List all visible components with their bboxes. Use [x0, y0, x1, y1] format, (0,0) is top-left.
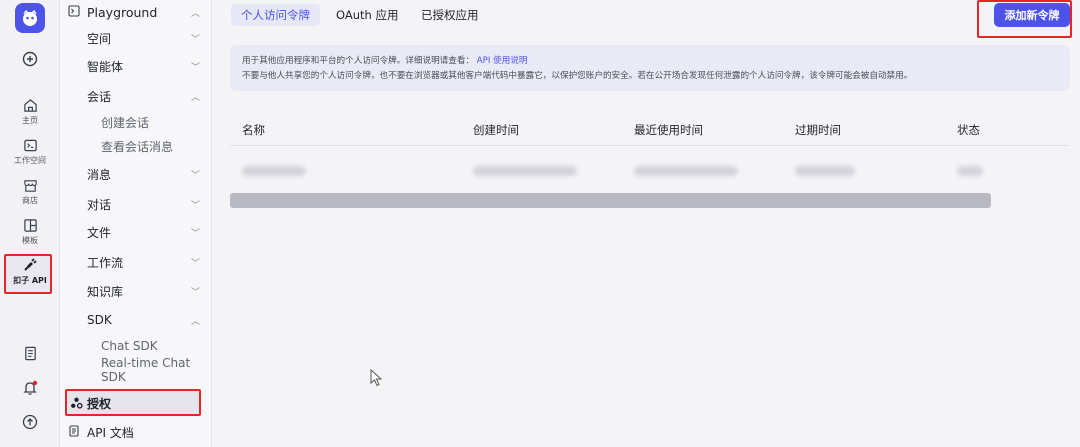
- sidebar-item-label: 空间: [87, 31, 112, 46]
- chevron-up-icon: ︿: [190, 316, 200, 327]
- table-row[interactable]: [230, 150, 1070, 190]
- rail-item-template[interactable]: 模板: [0, 218, 60, 246]
- sidebar-item-space[interactable]: 空间 ﹀: [60, 26, 212, 50]
- chevron-down-icon: ﹀: [190, 228, 200, 239]
- tab-authorized-apps[interactable]: 已授权应用: [411, 4, 489, 26]
- column-header-last-used: 最近使用时间: [634, 123, 703, 137]
- sidebar-item-label: 知识库: [87, 284, 124, 299]
- docs-button[interactable]: [0, 346, 60, 361]
- sidebar-item-label: 授权: [87, 397, 112, 411]
- rail-label: 主页: [22, 116, 38, 125]
- sidebar-item-conversation[interactable]: 会话 ︿: [60, 84, 212, 108]
- authorization-icon: [71, 397, 83, 409]
- chevron-up-icon: ︿: [190, 8, 200, 19]
- home-icon: [23, 99, 37, 112]
- redacted-cell: [795, 166, 855, 176]
- rail-label: 商店: [22, 196, 38, 205]
- chevron-down-icon: ﹀: [190, 62, 200, 73]
- sidebar-item-label: API 文档: [87, 425, 134, 440]
- chevron-down-icon: ﹀: [190, 34, 200, 45]
- sidebar-item-label: Real-time Chat SDK: [101, 356, 191, 384]
- mouse-cursor-icon: [370, 369, 382, 387]
- rail-label: 模板: [22, 236, 38, 245]
- sidebar-item-chat-sdk[interactable]: Chat SDK: [60, 334, 212, 358]
- logo-icon: [23, 9, 37, 26]
- tab-label: 已授权应用: [421, 8, 479, 22]
- plug-icon: [24, 258, 37, 271]
- rail-item-store[interactable]: 商店: [0, 178, 60, 206]
- column-header-status: 状态: [957, 123, 980, 137]
- sidebar-item-bot[interactable]: 智能体 ﹀: [60, 54, 212, 78]
- api-usage-link[interactable]: API 使用说明: [477, 56, 528, 66]
- main-content: 个人访问令牌 OAuth 应用 已授权应用 添加新令牌 用于其他应用程序和平台的…: [213, 0, 1080, 447]
- sidebar-item-authorization[interactable]: 授权: [65, 389, 201, 416]
- template-icon: [23, 219, 37, 232]
- info-notice: 用于其他应用程序和平台的个人访问令牌。详细说明请查看： API 使用说明 不要与…: [230, 45, 1070, 91]
- store-icon: [23, 180, 37, 192]
- column-header-created: 创建时间: [473, 123, 519, 137]
- api-sidebar: Playground ︿ 空间 ﹀ 智能体 ﹀ 会话 ︿ 创建会话 查看会话消息…: [60, 0, 212, 447]
- sidebar-item-api-docs[interactable]: API 文档: [60, 420, 212, 444]
- sidebar-item-label: 查看会话消息: [101, 139, 174, 154]
- column-header-name: 名称: [242, 123, 265, 137]
- sidebar-item-knowledge[interactable]: 知识库 ﹀: [60, 279, 212, 303]
- sidebar-item-label: 工作流: [87, 255, 124, 270]
- icon-rail: 主页 工作空间 商店 模板 扣子 API: [0, 0, 60, 447]
- redacted-cell: [634, 166, 738, 176]
- sidebar-item-label: 消息: [87, 167, 112, 182]
- chevron-down-icon: ﹀: [190, 170, 200, 181]
- rail-item-home[interactable]: 主页: [0, 98, 60, 126]
- upload-button[interactable]: [0, 414, 60, 430]
- table-header: 名称 创建时间 最近使用时间 过期时间 状态: [230, 114, 1070, 146]
- tab-oauth-apps[interactable]: OAuth 应用: [326, 4, 408, 26]
- sidebar-item-label: 对话: [87, 197, 112, 212]
- sidebar-item-label: SDK: [87, 313, 112, 327]
- redacted-cell: [473, 166, 577, 176]
- chevron-down-icon: ﹀: [190, 258, 200, 269]
- rail-label: 工作空间: [14, 156, 46, 165]
- redacted-cell: [242, 166, 306, 176]
- playground-icon: [68, 5, 80, 17]
- column-header-expires: 过期时间: [795, 123, 841, 137]
- sidebar-item-label: Chat SDK: [101, 339, 158, 353]
- sidebar-item-chat[interactable]: 对话 ﹀: [60, 192, 212, 216]
- sidebar-item-message[interactable]: 消息 ﹀: [60, 162, 212, 186]
- create-button[interactable]: [0, 51, 60, 67]
- sidebar-item-create-conversation[interactable]: 创建会话: [60, 110, 212, 134]
- arrow-up-circle-icon: [22, 414, 38, 430]
- document-icon: [24, 346, 36, 361]
- notice-text: 用于其他应用程序和平台的个人访问令牌。详细说明请查看：: [242, 56, 475, 66]
- sidebar-item-file[interactable]: 文件 ﹀: [60, 220, 212, 244]
- sidebar-item-realtime-sdk[interactable]: Real-time Chat SDK: [60, 356, 212, 384]
- sidebar-title: Playground: [87, 4, 158, 20]
- sidebar-item-label: 会话: [87, 89, 112, 104]
- horizontal-scrollbar[interactable]: [230, 193, 991, 208]
- rail-label: 扣子 API: [13, 276, 47, 285]
- tab-label: 个人访问令牌: [241, 8, 310, 22]
- document-icon: [69, 425, 79, 437]
- terminal-icon: [23, 139, 37, 152]
- app-logo[interactable]: [15, 3, 45, 33]
- tab-label: OAuth 应用: [336, 8, 399, 22]
- sidebar-item-view-messages[interactable]: 查看会话消息: [60, 134, 212, 158]
- notification-button[interactable]: [0, 380, 60, 396]
- rail-item-coze-api-content[interactable]: 扣子 API: [0, 257, 60, 286]
- notice-line-2: 不要与他人共享您的个人访问令牌，也不要在浏览器或其他客户端代码中暴露它，以保护您…: [242, 71, 913, 81]
- chevron-up-icon: ︿: [190, 92, 200, 103]
- bell-icon: [23, 380, 38, 395]
- sidebar-item-sdk[interactable]: SDK ︿: [60, 308, 212, 332]
- plus-circle-icon: [22, 51, 38, 67]
- notice-line-1: 用于其他应用程序和平台的个人访问令牌。详细说明请查看： API 使用说明: [242, 54, 1058, 69]
- sidebar-item-label: 创建会话: [101, 115, 150, 130]
- redacted-cell: [957, 166, 983, 176]
- sidebar-item-playground[interactable]: Playground ︿: [60, 0, 212, 24]
- sidebar-item-label: 文件: [87, 225, 112, 240]
- chevron-down-icon: ﹀: [190, 287, 200, 298]
- chevron-down-icon: ﹀: [190, 200, 200, 211]
- sidebar-item-label: 智能体: [87, 59, 124, 74]
- rail-item-workspace[interactable]: 工作空间: [0, 138, 60, 166]
- add-token-button[interactable]: 添加新令牌: [994, 3, 1070, 27]
- tab-personal-access-token[interactable]: 个人访问令牌: [231, 4, 320, 26]
- sidebar-item-workflow[interactable]: 工作流 ﹀: [60, 250, 212, 274]
